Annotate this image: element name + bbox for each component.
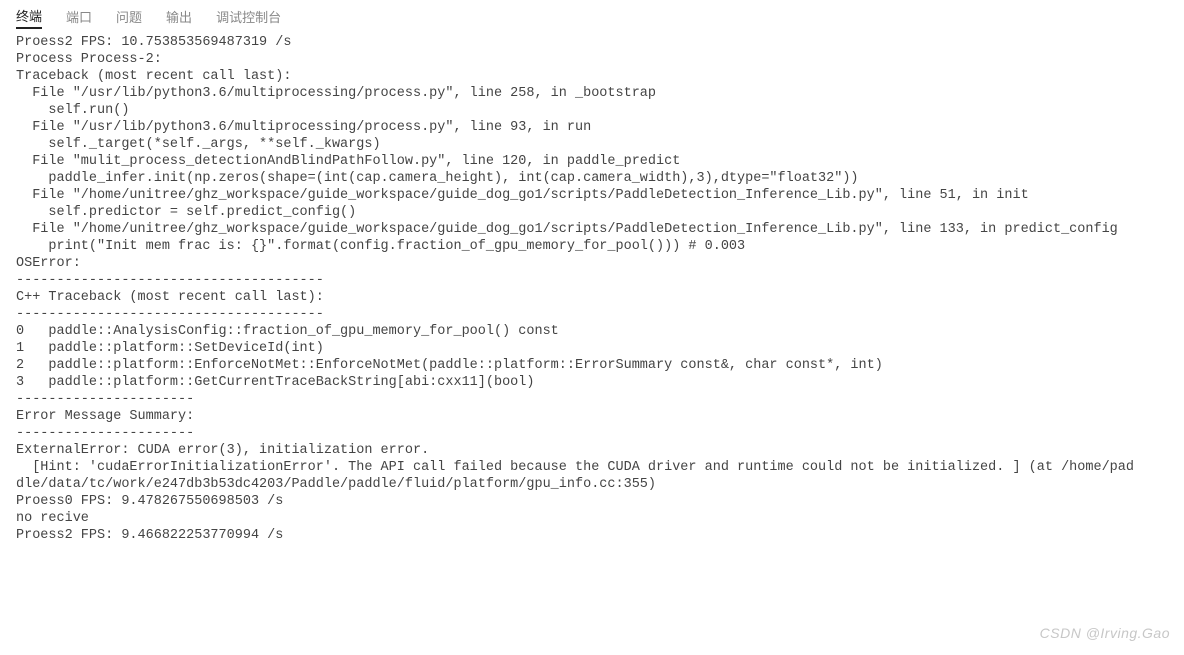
watermark: CSDN @Irving.Gao — [1040, 625, 1170, 641]
terminal-line: 1 paddle::platform::SetDeviceId(int) — [16, 340, 1168, 357]
terminal-line: File "/usr/lib/python3.6/multiprocessing… — [16, 119, 1168, 136]
terminal-line: ---------------------- — [16, 391, 1168, 408]
tab-debug-console[interactable]: 调试控制台 — [216, 5, 281, 28]
terminal-line: Process Process-2: — [16, 51, 1168, 68]
terminal-line: [Hint: 'cudaErrorInitializationError'. T… — [16, 459, 1168, 476]
terminal-line: ExternalError: CUDA error(3), initializa… — [16, 442, 1168, 459]
terminal-line: Error Message Summary: — [16, 408, 1168, 425]
terminal-output[interactable]: Proess2 FPS: 10.753853569487319 /sProces… — [0, 28, 1184, 550]
terminal-line: no recive — [16, 510, 1168, 527]
terminal-line: ---------------------- — [16, 425, 1168, 442]
terminal-line: Traceback (most recent call last): — [16, 68, 1168, 85]
terminal-line: Proess2 FPS: 10.753853569487319 /s — [16, 34, 1168, 51]
terminal-line: -------------------------------------- — [16, 306, 1168, 323]
terminal-line: 3 paddle::platform::GetCurrentTraceBackS… — [16, 374, 1168, 391]
panel-tabbar: 终端 端口 问题 输出 调试控制台 — [0, 0, 1184, 28]
terminal-line: print("Init mem frac is: {}".format(conf… — [16, 238, 1168, 255]
tab-problems[interactable]: 问题 — [116, 5, 142, 28]
tab-output[interactable]: 输出 — [166, 5, 192, 28]
terminal-line: File "mulit_process_detectionAndBlindPat… — [16, 153, 1168, 170]
terminal-line: 2 paddle::platform::EnforceNotMet::Enfor… — [16, 357, 1168, 374]
terminal-line: Proess2 FPS: 9.466822253770994 /s — [16, 527, 1168, 544]
terminal-line: OSError: — [16, 255, 1168, 272]
terminal-line: C++ Traceback (most recent call last): — [16, 289, 1168, 306]
terminal-line: 0 paddle::AnalysisConfig::fraction_of_gp… — [16, 323, 1168, 340]
terminal-line: Proess0 FPS: 9.478267550698503 /s — [16, 493, 1168, 510]
terminal-line: File "/usr/lib/python3.6/multiprocessing… — [16, 85, 1168, 102]
terminal-line: -------------------------------------- — [16, 272, 1168, 289]
terminal-line: paddle_infer.init(np.zeros(shape=(int(ca… — [16, 170, 1168, 187]
terminal-line: self.predictor = self.predict_config() — [16, 204, 1168, 221]
tab-ports[interactable]: 端口 — [66, 5, 92, 28]
terminal-line: self.run() — [16, 102, 1168, 119]
terminal-line: File "/home/unitree/ghz_workspace/guide_… — [16, 221, 1168, 238]
tab-terminal[interactable]: 终端 — [16, 4, 42, 29]
terminal-line: dle/data/tc/work/e247db3b53dc4203/Paddle… — [16, 476, 1168, 493]
terminal-line: self._target(*self._args, **self._kwargs… — [16, 136, 1168, 153]
terminal-line: File "/home/unitree/ghz_workspace/guide_… — [16, 187, 1168, 204]
